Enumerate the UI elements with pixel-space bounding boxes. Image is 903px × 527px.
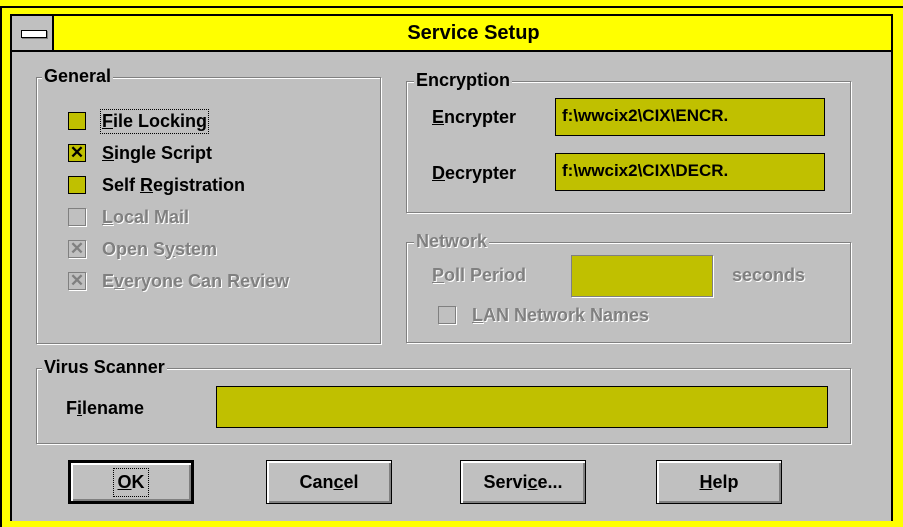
check-mark-icon: ✕ xyxy=(69,239,85,258)
network-legend: Network xyxy=(414,231,490,251)
general-legend: General xyxy=(42,66,114,86)
check-mark-icon: ✕ xyxy=(69,271,85,290)
checkbox-box xyxy=(438,306,456,324)
virus-scanner-legend: Virus Scanner xyxy=(42,357,167,377)
seconds-label: seconds xyxy=(732,265,806,285)
open-system-label: Open System xyxy=(102,238,218,259)
check-mark-icon: ✕ xyxy=(69,143,85,162)
cancel-button[interactable]: Cancel xyxy=(266,460,392,504)
everyone-can-review-label: Everyone Can Review xyxy=(102,270,290,291)
checkbox-box: ✕ xyxy=(68,271,86,290)
filename-label: Filename xyxy=(66,398,145,418)
system-menu-icon xyxy=(21,30,47,38)
help-button[interactable]: Help xyxy=(656,460,782,504)
lan-network-names-label: LAN Network Names xyxy=(472,304,650,325)
decrypter-label: Decrypter xyxy=(432,163,517,183)
local-mail-checkbox: Local Mail xyxy=(68,204,189,230)
window-title: Service Setup xyxy=(407,21,540,44)
poll-period-field xyxy=(571,255,713,297)
self-registration-label: Self Registration xyxy=(102,174,246,195)
open-system-checkbox: ✕ Open System xyxy=(68,236,217,262)
checkbox-box xyxy=(68,176,86,194)
checkbox-box: ✕ xyxy=(68,143,86,162)
encrypter-field[interactable]: f:\wwcix2\CIX\ENCR. xyxy=(555,98,825,136)
self-registration-checkbox[interactable]: Self Registration xyxy=(68,172,245,198)
system-menu-button[interactable] xyxy=(12,16,54,50)
everyone-can-review-checkbox: ✕ Everyone Can Review xyxy=(68,268,289,294)
single-script-label: Single Script xyxy=(102,142,213,163)
checkbox-box: ✕ xyxy=(68,239,86,258)
single-script-checkbox[interactable]: ✕ Single Script xyxy=(68,140,212,166)
service-button[interactable]: Service... xyxy=(460,460,586,504)
checkbox-box xyxy=(68,208,86,226)
filename-field[interactable] xyxy=(216,386,828,428)
lan-network-names-checkbox: LAN Network Names xyxy=(438,302,649,328)
ok-button[interactable]: OK xyxy=(68,460,194,504)
file-locking-checkbox[interactable]: File Locking xyxy=(68,108,210,134)
encrypter-label: Encrypter xyxy=(432,107,517,127)
decrypter-field[interactable]: f:\wwcix2\CIX\DECR. xyxy=(555,153,825,191)
local-mail-label: Local Mail xyxy=(102,206,190,227)
poll-period-label: Poll Period xyxy=(432,265,527,285)
file-locking-label: File Locking xyxy=(99,108,210,134)
encryption-legend: Encryption xyxy=(414,70,513,90)
checkbox-box xyxy=(68,112,86,130)
